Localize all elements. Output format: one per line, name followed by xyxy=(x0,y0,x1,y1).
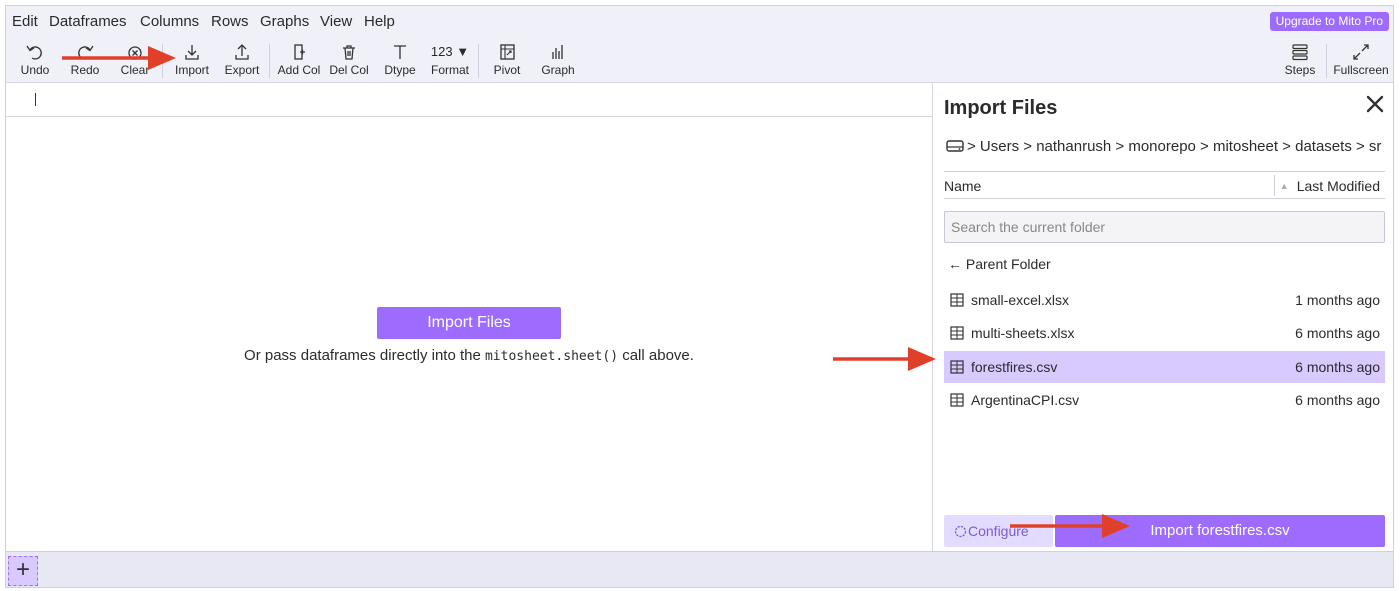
sheet-area: Import Files Or pass dataframes directly… xyxy=(6,118,932,551)
format-label: Format xyxy=(430,63,469,77)
empty-sheet-hint: Or pass dataframes directly into the mit… xyxy=(6,347,932,364)
file-name: ArgentinaCPI.csv xyxy=(971,392,1080,408)
bar-chart-icon xyxy=(534,41,582,63)
hint-code: mitosheet.sheet() xyxy=(484,349,619,364)
type-icon xyxy=(376,41,424,63)
file-name: forestfires.csv xyxy=(971,359,1058,375)
download-icon xyxy=(168,41,216,63)
fullscreen-label: Fullscreen xyxy=(1333,63,1389,77)
redo-icon xyxy=(61,41,109,63)
undo-label: Undo xyxy=(20,63,50,77)
hint-prefix: Or pass dataframes directly into the xyxy=(244,347,485,364)
search-input[interactable] xyxy=(944,211,1385,243)
menu-view[interactable]: View xyxy=(320,13,352,30)
add-sheet-button[interactable]: + xyxy=(8,556,38,586)
fullscreen-button[interactable]: Fullscreen xyxy=(1332,41,1390,81)
import-selected-file-button[interactable]: Import forestfires.csv xyxy=(1055,515,1385,547)
number-format-icon: 123 ▼ xyxy=(430,44,470,59)
table-icon xyxy=(950,393,964,407)
menu-edit[interactable]: Edit xyxy=(12,13,38,30)
upload-icon xyxy=(218,41,266,63)
file-row[interactable]: small-excel.xlsx 1 months ago xyxy=(944,284,1385,316)
export-button[interactable]: Export xyxy=(218,41,266,81)
table-icon xyxy=(950,293,964,307)
export-label: Export xyxy=(224,63,260,77)
trash-icon xyxy=(325,41,373,63)
toolbar: Undo Redo Clear Import Export Add Col De… xyxy=(6,38,1393,83)
file-row[interactable]: multi-sheets.xlsx 6 months ago xyxy=(944,317,1385,349)
steps-button[interactable]: Steps xyxy=(1276,41,1324,81)
column-modified-label: Last Modified xyxy=(1296,178,1380,194)
clear-icon xyxy=(111,41,159,63)
gear-icon xyxy=(954,525,967,538)
file-list-header: Name ▲ Last Modified xyxy=(944,171,1385,199)
steps-icon xyxy=(1276,41,1324,63)
menu-columns[interactable]: Columns xyxy=(140,13,199,30)
sort-caret-icon: ▲ xyxy=(1279,181,1289,191)
menu-dataframes[interactable]: Dataframes xyxy=(49,13,127,30)
file-name: multi-sheets.xlsx xyxy=(971,325,1075,341)
pivot-icon xyxy=(483,41,531,63)
toolbar-separator xyxy=(162,44,163,78)
redo-button[interactable]: Redo xyxy=(61,41,109,81)
toolbar-separator xyxy=(1326,44,1327,78)
add-col-button[interactable]: Add Col xyxy=(275,41,323,81)
redo-label: Redo xyxy=(70,63,100,77)
upgrade-button[interactable]: Upgrade to Mito Pro xyxy=(1269,12,1389,31)
file-modified: 6 months ago xyxy=(1295,359,1380,375)
file-modified: 1 months ago xyxy=(1295,292,1380,308)
expand-icon xyxy=(1332,41,1390,63)
drive-icon[interactable] xyxy=(945,138,965,154)
close-icon[interactable] xyxy=(1364,93,1386,115)
undo-button[interactable]: Undo xyxy=(11,41,59,81)
add-column-icon xyxy=(275,41,323,63)
column-name-header[interactable]: Name xyxy=(944,178,981,194)
add-col-label: Add Col xyxy=(277,63,321,77)
import-taskpane: Import Files > Users > nathanrush > mono… xyxy=(933,83,1393,551)
breadcrumb-path[interactable]: > Users > nathanrush > monorepo > mitosh… xyxy=(967,138,1381,155)
clear-button[interactable]: Clear xyxy=(111,41,159,81)
graph-button[interactable]: Graph xyxy=(534,41,582,81)
dtype-button[interactable]: Dtype xyxy=(376,41,424,81)
menu-graphs[interactable]: Graphs xyxy=(260,13,309,30)
menu-bar: Edit Dataframes Columns Rows Graphs View… xyxy=(6,6,1393,38)
file-modified: 6 months ago xyxy=(1295,325,1380,341)
undo-icon xyxy=(11,41,59,63)
pivot-button[interactable]: Pivot xyxy=(483,41,531,81)
file-modified: 6 months ago xyxy=(1295,392,1380,408)
format-button[interactable]: 123 ▼ Format xyxy=(426,41,474,81)
text-cursor xyxy=(35,93,36,106)
configure-label: Configure xyxy=(968,523,1029,539)
import-label: Import xyxy=(174,63,209,77)
del-col-button[interactable]: Del Col xyxy=(325,41,373,81)
file-row[interactable]: ArgentinaCPI.csv 6 months ago xyxy=(944,384,1385,416)
import-files-button[interactable]: Import Files xyxy=(377,307,561,339)
column-modified-header[interactable]: ▲ Last Modified xyxy=(1280,178,1380,194)
clear-label: Clear xyxy=(120,63,150,77)
steps-label: Steps xyxy=(1284,63,1316,77)
toolbar-separator xyxy=(269,44,270,78)
menu-help[interactable]: Help xyxy=(364,13,395,30)
del-col-label: Del Col xyxy=(329,63,369,77)
menu-rows[interactable]: Rows xyxy=(211,13,249,30)
file-row-selected[interactable]: forestfires.csv 6 months ago xyxy=(944,351,1385,383)
mito-app: Edit Dataframes Columns Rows Graphs View… xyxy=(5,5,1394,588)
table-icon xyxy=(950,326,964,340)
file-name: small-excel.xlsx xyxy=(971,292,1070,308)
parent-folder-link[interactable]: ← Parent Folder xyxy=(948,256,1051,272)
hint-suffix: call above. xyxy=(618,347,694,364)
graph-label: Graph xyxy=(541,63,575,77)
sheet-tab-bar: + xyxy=(6,551,1393,587)
table-icon xyxy=(950,360,964,374)
pivot-label: Pivot xyxy=(493,63,521,77)
toolbar-separator xyxy=(478,44,479,78)
taskpane-title: Import Files xyxy=(944,97,1058,119)
breadcrumb: > Users > nathanrush > monorepo > mitosh… xyxy=(945,138,1393,160)
dtype-label: Dtype xyxy=(384,63,416,77)
column-separator xyxy=(1274,175,1275,196)
configure-button[interactable]: Configure xyxy=(944,515,1053,547)
import-button[interactable]: Import xyxy=(168,41,216,81)
formula-bar[interactable] xyxy=(6,84,932,117)
